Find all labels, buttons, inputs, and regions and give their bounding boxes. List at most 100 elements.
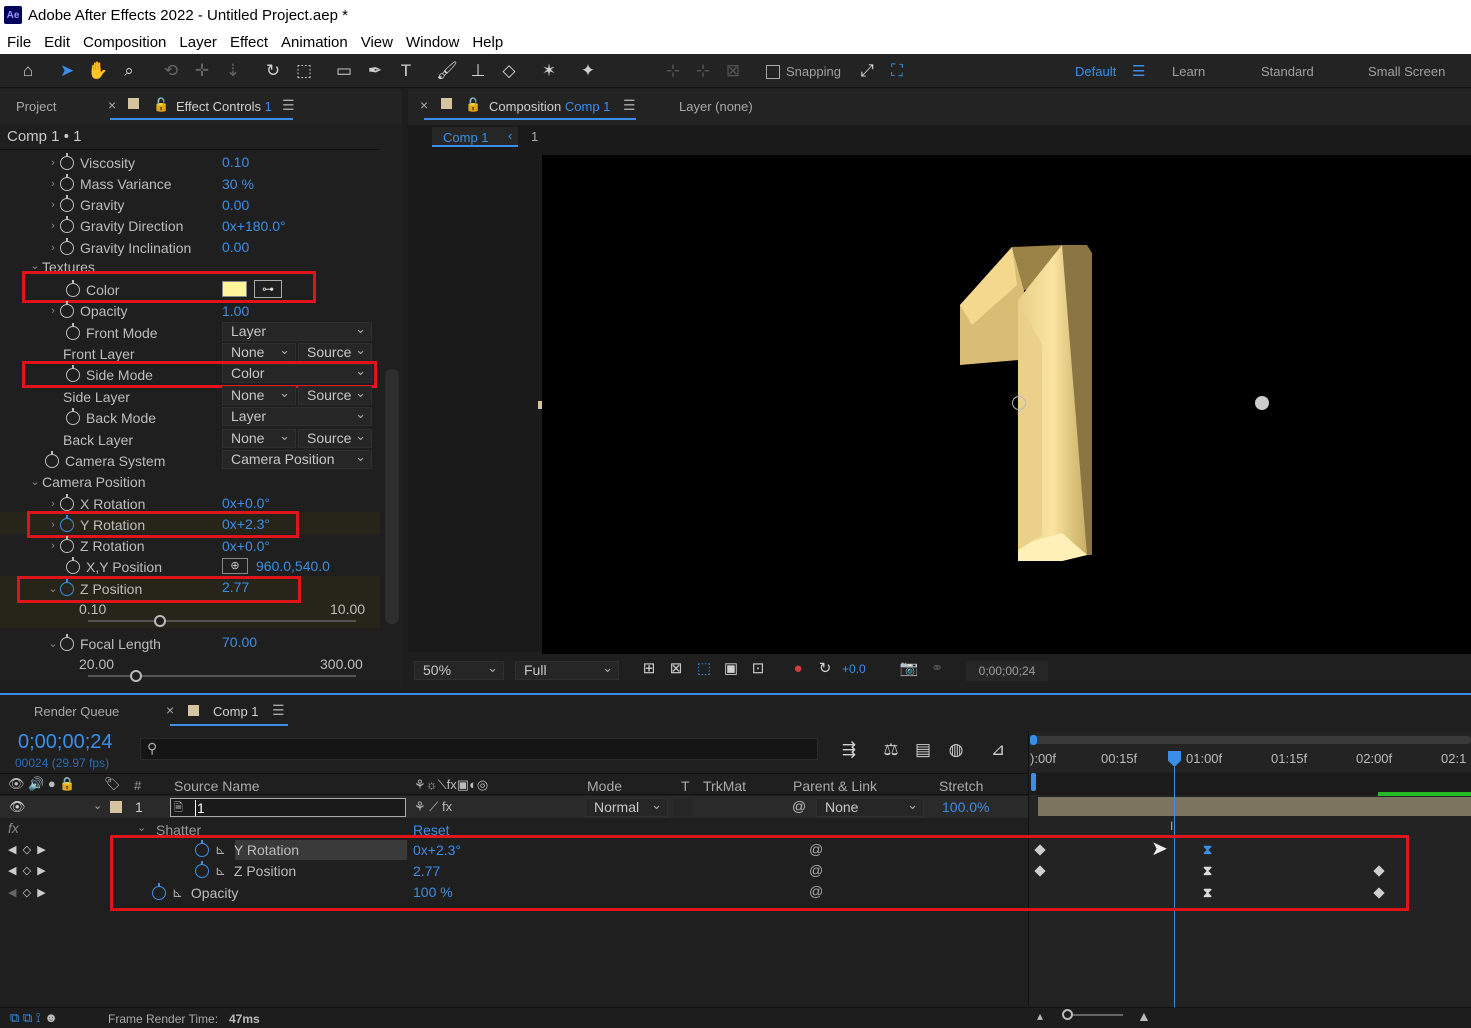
dolly-camera-icon[interactable]: ⇣ bbox=[222, 60, 244, 82]
gravity-value[interactable]: 0.00 bbox=[222, 194, 249, 215]
camera-system-dropdown[interactable]: Camera Position bbox=[222, 448, 372, 469]
stopwatch-icon[interactable] bbox=[60, 300, 74, 318]
workspace-standard[interactable]: Standard bbox=[1261, 64, 1314, 79]
frame-blending-icon[interactable]: ◍ bbox=[945, 739, 967, 761]
snapping-options-icon[interactable]: ⤢ bbox=[856, 60, 878, 82]
fast-previews-icon[interactable]: ⊞ bbox=[638, 658, 660, 680]
mass-variance-value[interactable]: 30 % bbox=[222, 173, 254, 194]
column-trkmat[interactable]: TrkMat bbox=[703, 778, 746, 794]
side-layer-dropdown[interactable]: None bbox=[222, 384, 296, 405]
parent-dropdown[interactable]: None bbox=[816, 796, 924, 817]
pan-camera-icon[interactable]: ✛ bbox=[191, 60, 213, 82]
rotation-tool-icon[interactable]: ↻ bbox=[262, 60, 284, 82]
stopwatch-icon[interactable] bbox=[60, 194, 74, 212]
chevron-down-icon[interactable]: ⌄ bbox=[28, 259, 42, 271]
pickwhip-icon[interactable]: @ bbox=[792, 798, 806, 814]
roto-brush-tool-icon[interactable]: ✶ bbox=[538, 60, 560, 82]
timeline-zoom-handle[interactable] bbox=[1062, 1009, 1073, 1020]
back-layer-source-dropdown[interactable]: Source bbox=[298, 427, 372, 448]
pen-tool-icon[interactable]: ✒ bbox=[364, 60, 386, 82]
tab-render-queue[interactable]: Render Queue bbox=[34, 704, 119, 719]
chevron-right-icon[interactable]: › bbox=[46, 242, 60, 254]
prop-front-mode[interactable]: Front Mode bbox=[52, 322, 158, 343]
snapshot-camera-icon[interactable]: 📷 bbox=[898, 658, 920, 680]
zoom-in-icon[interactable]: ▲ bbox=[1137, 1008, 1151, 1024]
tab-project[interactable]: Project bbox=[16, 99, 56, 114]
color-channels-icon[interactable]: ● bbox=[787, 658, 809, 680]
menu-window[interactable]: Window bbox=[406, 34, 459, 51]
stopwatch-icon[interactable] bbox=[66, 322, 80, 340]
layer-mode-dropdown[interactable]: Normal bbox=[585, 796, 668, 817]
stopwatch-icon[interactable] bbox=[60, 237, 74, 255]
zoom-tool-icon[interactable]: ⌕ bbox=[118, 60, 140, 82]
type-tool-icon[interactable]: T bbox=[395, 60, 417, 82]
preserve-transparency-toggle[interactable] bbox=[674, 799, 692, 816]
prop-gravity-direction[interactable]: › Gravity Direction bbox=[46, 215, 183, 236]
layer-name-field[interactable]: 🗎 1 bbox=[170, 798, 406, 817]
column-source-name[interactable]: Source Name bbox=[174, 778, 260, 794]
comp-mini-flowchart-icon[interactable]: ⇶ bbox=[838, 739, 860, 761]
front-mode-dropdown[interactable]: Layer bbox=[222, 320, 372, 341]
brush-tool-icon[interactable]: 🖌 bbox=[436, 60, 458, 82]
close-icon[interactable]: × bbox=[108, 97, 116, 113]
stopwatch-icon[interactable] bbox=[60, 215, 74, 233]
mask-visibility-icon[interactable]: ⬚ bbox=[693, 658, 715, 680]
prop-gravity-inclination[interactable]: › Gravity Inclination bbox=[46, 237, 191, 258]
tab-effect-controls[interactable]: Effect Controls 1 bbox=[176, 99, 272, 114]
draft-3d-icon[interactable]: ⚖ bbox=[880, 739, 902, 761]
graph-editor-icon[interactable]: ⊿ bbox=[987, 739, 1009, 761]
menu-view[interactable]: View bbox=[361, 34, 393, 51]
chevron-right-icon[interactable]: › bbox=[46, 199, 60, 211]
chevron-right-icon[interactable]: › bbox=[46, 157, 60, 169]
prev-keyframe-icon[interactable]: ◀ bbox=[8, 864, 16, 877]
puppet-pin-tool-icon[interactable]: ✦ bbox=[577, 60, 599, 82]
grid-guides-icon[interactable]: ⊡ bbox=[747, 658, 769, 680]
chevron-down-icon[interactable]: ⌄ bbox=[46, 637, 60, 650]
layer-switches[interactable]: ⚘ ⟋ fx bbox=[414, 799, 452, 815]
add-keyframe-icon[interactable]: ◇ bbox=[23, 886, 31, 899]
group-camera-position[interactable]: ⌄ Camera Position bbox=[28, 471, 145, 492]
keyframe-navigator[interactable]: ◀ ◇ ▶ bbox=[8, 839, 46, 860]
x-rotation-value[interactable]: 0x+0.0° bbox=[222, 492, 270, 513]
chevron-down-icon[interactable]: ⌄ bbox=[28, 475, 42, 488]
menu-composition[interactable]: Composition bbox=[83, 34, 166, 51]
next-keyframe-icon[interactable]: ▶ bbox=[37, 843, 45, 856]
add-keyframe-icon[interactable]: ◇ bbox=[23, 843, 31, 856]
close-icon[interactable]: × bbox=[166, 702, 174, 718]
prop-camera-system[interactable]: Camera System bbox=[31, 450, 165, 471]
current-time-field[interactable]: 0;00;00;24 bbox=[966, 661, 1048, 681]
world-axis-icon[interactable]: ⊹ bbox=[692, 60, 714, 82]
next-keyframe-icon[interactable]: ▶ bbox=[37, 864, 45, 877]
workspace-default[interactable]: Default bbox=[1075, 64, 1116, 79]
menu-help[interactable]: Help bbox=[472, 34, 503, 51]
effect-panel-scrollbar[interactable] bbox=[385, 369, 399, 624]
panel-menu-icon[interactable]: ☰ bbox=[623, 97, 636, 114]
prop-focal-length[interactable]: ⌄ Focal Length bbox=[46, 633, 161, 654]
chevron-right-icon[interactable]: › bbox=[46, 305, 60, 317]
tab-layer[interactable]: Layer (none) bbox=[679, 99, 753, 114]
stopwatch-icon[interactable] bbox=[60, 493, 74, 511]
menu-animation[interactable]: Animation bbox=[281, 34, 348, 51]
stopwatch-icon[interactable] bbox=[60, 152, 74, 170]
close-icon[interactable]: × bbox=[420, 97, 428, 113]
anchor-point-icon[interactable] bbox=[1012, 396, 1026, 410]
resolution-dropdown[interactable]: Full bbox=[515, 659, 619, 680]
column-mode[interactable]: Mode bbox=[587, 778, 622, 794]
layer-search-input[interactable]: ⚲ bbox=[140, 738, 818, 760]
rectangle-tool-icon[interactable]: ▭ bbox=[333, 60, 355, 82]
view-axis-icon[interactable]: ⊠ bbox=[722, 60, 744, 82]
work-area-bar[interactable] bbox=[1033, 736, 1471, 744]
column-stretch[interactable]: Stretch bbox=[939, 778, 983, 794]
zoom-out-icon[interactable]: ▴ bbox=[1037, 1009, 1043, 1023]
chevron-right-icon[interactable]: › bbox=[46, 498, 60, 510]
workspace-small-screen[interactable]: Small Screen bbox=[1368, 64, 1445, 79]
lock-icon[interactable]: 🔓 bbox=[153, 97, 169, 113]
snapping-checkbox[interactable] bbox=[766, 65, 780, 79]
clone-stamp-tool-icon[interactable]: ⊥ bbox=[467, 60, 489, 82]
timeline-timecode[interactable]: 0;00;00;24 bbox=[18, 731, 113, 754]
add-keyframe-icon[interactable]: ◇ bbox=[23, 864, 31, 877]
prop-opacity[interactable]: › Opacity bbox=[46, 300, 127, 321]
focal-length-value[interactable]: 70.00 bbox=[222, 631, 257, 652]
layer-label-color[interactable] bbox=[110, 801, 122, 813]
chevron-right-icon[interactable]: › bbox=[46, 178, 60, 190]
